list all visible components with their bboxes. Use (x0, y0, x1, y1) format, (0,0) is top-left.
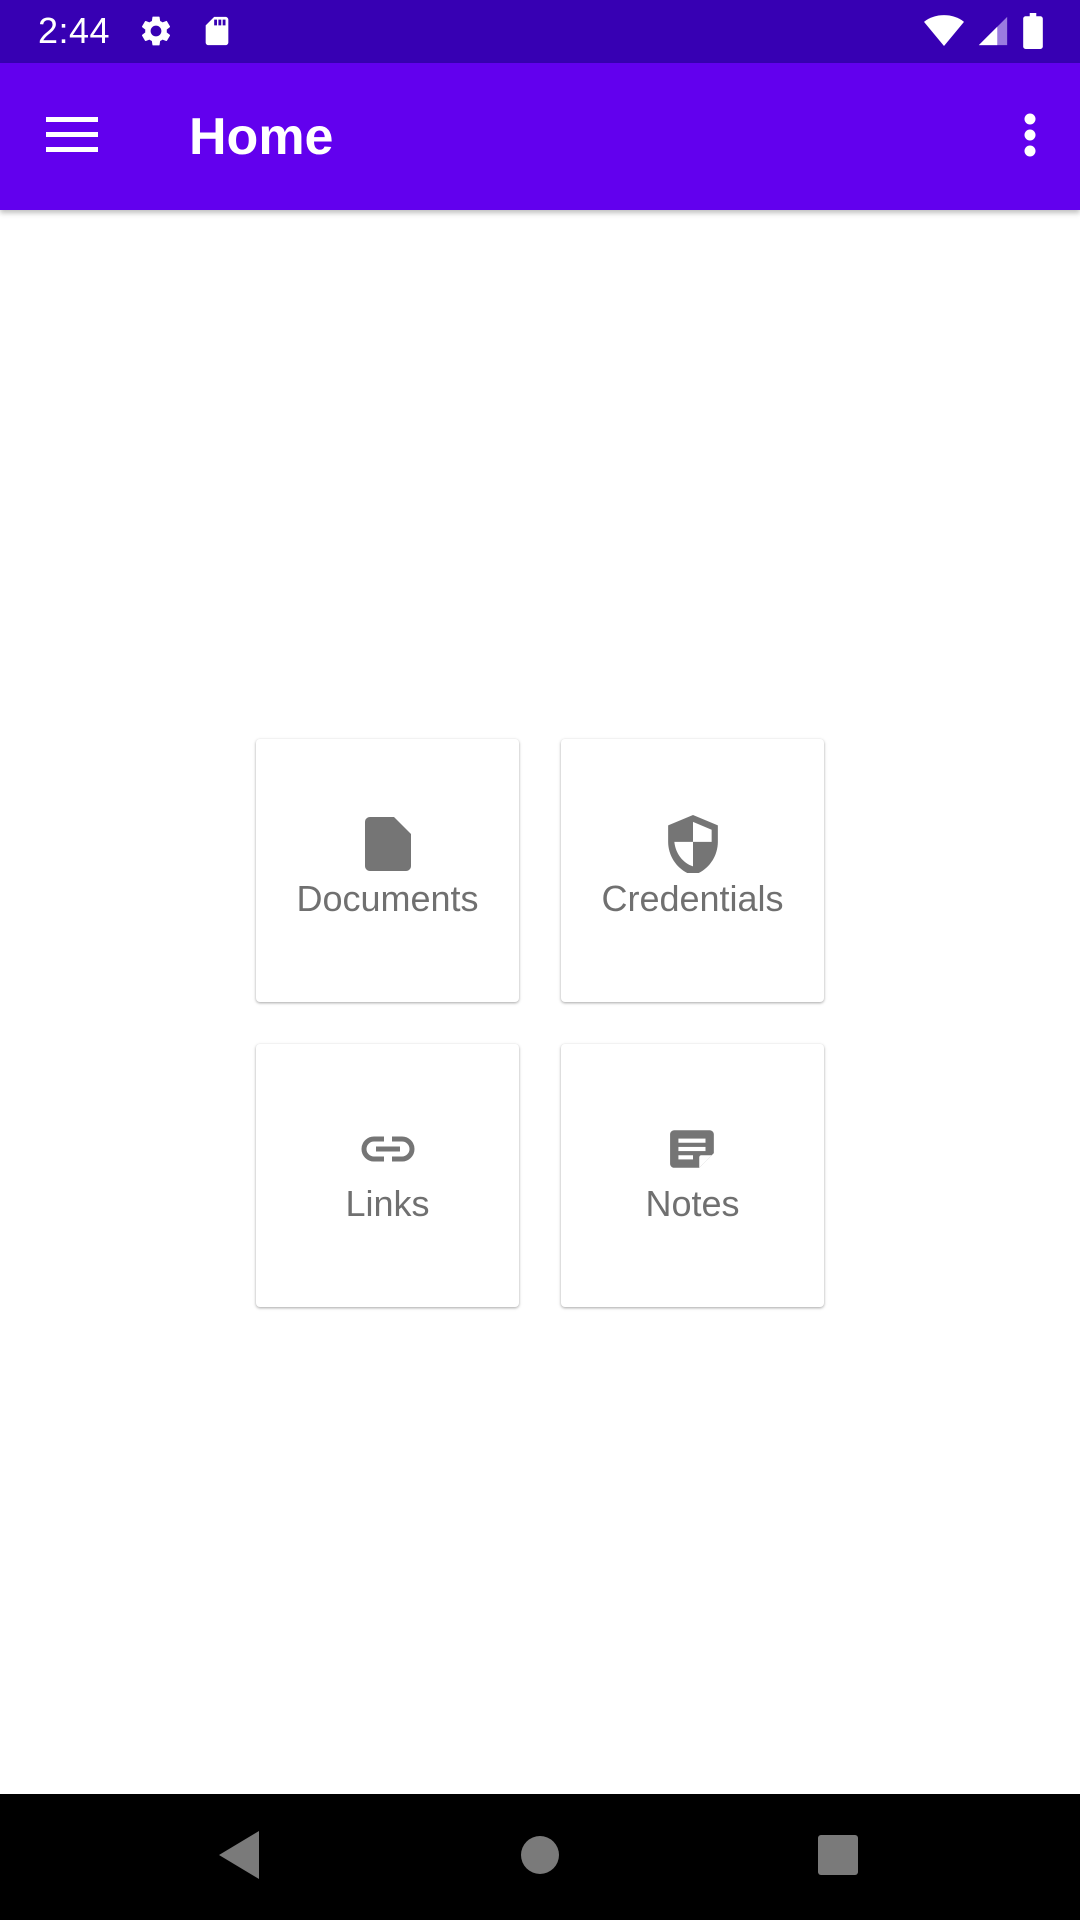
credentials-tile[interactable]: Credentials (561, 739, 824, 1002)
hamburger-menu-icon (46, 115, 98, 160)
tile-label: Notes (645, 1182, 740, 1224)
home-icon (520, 1835, 560, 1880)
menu-button[interactable] (28, 97, 116, 177)
more-vert-icon (1024, 113, 1036, 162)
status-left-icons (138, 13, 234, 54)
tile-label: Links (345, 1182, 430, 1224)
status-time: 2:44 (38, 10, 111, 51)
status-bar: 2:44 (0, 0, 1080, 63)
document-icon (360, 816, 416, 872)
status-right-icons (924, 13, 1044, 54)
back-button[interactable] (209, 1827, 269, 1887)
note-icon (665, 1121, 721, 1177)
back-icon (219, 1830, 259, 1884)
notes-tile[interactable]: Notes (561, 1044, 824, 1307)
tile-label: Credentials (601, 877, 784, 919)
tile-label: Documents (296, 877, 479, 919)
settings-icon (138, 13, 174, 54)
battery-icon (1022, 13, 1044, 54)
recents-button[interactable] (808, 1827, 868, 1887)
app-bar: Home (0, 63, 1080, 210)
wifi-icon (924, 14, 964, 53)
home-button[interactable] (510, 1827, 570, 1887)
overflow-menu-button[interactable] (990, 97, 1070, 177)
documents-tile[interactable]: Documents (256, 739, 519, 1002)
links-tile[interactable]: Links (256, 1044, 519, 1307)
link-icon (360, 1121, 416, 1177)
sd-card-icon (200, 13, 234, 54)
shield-icon (665, 814, 721, 873)
recents-icon (818, 1834, 858, 1880)
page-title: Home (189, 108, 334, 166)
home-grid: Documents Credentials Links Notes (256, 739, 824, 1307)
signal-icon (976, 14, 1010, 53)
navigation-bar (0, 1794, 1080, 1920)
